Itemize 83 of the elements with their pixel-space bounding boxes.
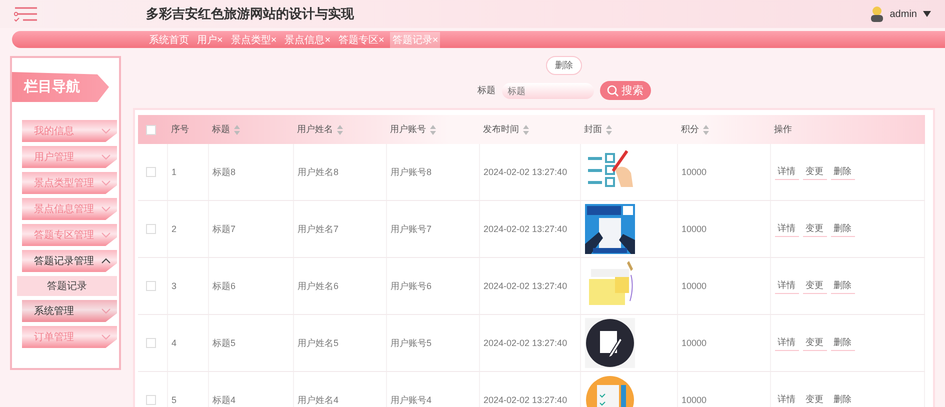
user-avatar-icon — [870, 6, 884, 22]
row-checkbox[interactable] — [146, 338, 156, 348]
table-cell: 10000 — [682, 395, 707, 405]
table-cell: 10000 — [682, 224, 707, 234]
action-link[interactable]: 删除 — [830, 164, 854, 180]
table-cell: 用户姓名7 — [298, 224, 339, 234]
user-name[interactable]: admin — [890, 8, 917, 20]
table-cell: 4 — [172, 338, 177, 348]
sort-icon[interactable] — [430, 124, 436, 135]
column-label: 序号 — [171, 124, 189, 134]
menu-icon[interactable] — [14, 6, 38, 22]
table-cell: 用户账号6 — [390, 280, 432, 290]
table-cell: 10000 — [682, 338, 707, 348]
table-cell: 用户姓名4 — [298, 394, 339, 404]
sidebar-item[interactable]: 系统管理 — [22, 300, 117, 322]
row-checkbox[interactable] — [146, 395, 156, 406]
table-cell: 2 — [172, 224, 177, 234]
chevron-down-icon — [101, 308, 111, 314]
sort-icon[interactable] — [606, 124, 612, 135]
sidebar-title: 栏目导航 — [12, 72, 109, 102]
table-cell: 标题5 — [212, 338, 236, 348]
table-cell: 1 — [172, 167, 177, 177]
row-checkbox[interactable] — [146, 281, 156, 292]
table-cell: 2024-02-02 13:27:40 — [484, 281, 568, 291]
table-cell: 3 — [172, 281, 177, 291]
chevron-down-icon — [101, 154, 111, 160]
sort-icon[interactable] — [234, 124, 240, 135]
sidebar-subitem[interactable]: 答题记录 — [17, 276, 117, 296]
chevron-down-icon — [101, 180, 111, 186]
column-label: 发布时间 — [483, 124, 519, 134]
table-cell: 标题4 — [212, 394, 236, 404]
table-cell: 用户账号4 — [390, 394, 432, 404]
search-icon — [606, 84, 618, 96]
table-cell: 2024-02-02 13:27:40 — [484, 224, 568, 234]
table-cell: 标题7 — [212, 224, 236, 234]
table-cell: 用户账号8 — [390, 166, 432, 176]
action-link[interactable]: 删除 — [830, 278, 854, 294]
action-link[interactable]: 变更 — [802, 164, 826, 180]
table-cell: 2024-02-02 13:27:40 — [484, 395, 568, 405]
chevron-down-icon — [101, 128, 111, 134]
site-title: 多彩吉安红色旅游网站的设计与实现 — [146, 5, 355, 23]
action-link[interactable]: 详情 — [774, 221, 798, 237]
action-link[interactable]: 详情 — [774, 164, 798, 180]
table-cell: 用户姓名6 — [298, 280, 339, 290]
caret-icon[interactable] — [923, 11, 931, 17]
row-checkbox[interactable] — [146, 224, 156, 234]
table-cell: 用户账号7 — [390, 224, 432, 234]
column-label: 用户账号 — [390, 124, 426, 134]
action-link[interactable]: 变更 — [802, 221, 826, 237]
table-cell: 5 — [172, 395, 177, 405]
table-cell: 10000 — [682, 281, 707, 291]
delete-button[interactable]: 删除 — [546, 56, 582, 75]
search-label: 标题 — [478, 84, 496, 97]
table-cell: 标题8 — [212, 166, 236, 176]
table-cell: 用户姓名5 — [298, 338, 339, 348]
table-cell: 2024-02-02 13:27:40 — [484, 338, 568, 348]
sort-icon[interactable] — [337, 124, 343, 135]
table-cell: 10000 — [682, 167, 707, 177]
select-all-checkbox[interactable] — [146, 124, 156, 135]
action-link[interactable]: 变更 — [802, 278, 826, 294]
chevron-down-icon — [101, 206, 111, 212]
chevron-down-icon — [101, 334, 111, 340]
column-label: 操作 — [774, 124, 792, 134]
action-link[interactable]: 删除 — [830, 335, 854, 351]
sidebar-item[interactable]: 答题记录管理 — [22, 250, 117, 272]
column-label: 标题 — [212, 124, 230, 134]
chevron-up-icon — [101, 258, 111, 264]
column-label: 用户姓名 — [297, 124, 333, 134]
table-cell: 用户账号5 — [390, 338, 432, 348]
action-link[interactable]: 详情 — [774, 278, 798, 294]
table-cell: 2024-02-02 13:27:40 — [484, 167, 568, 177]
chevron-down-icon — [101, 232, 111, 238]
column-label: 积分 — [681, 124, 699, 134]
table-cell: 标题6 — [212, 280, 236, 290]
sort-icon[interactable] — [523, 124, 529, 135]
action-link[interactable]: 详情 — [774, 335, 798, 351]
action-link[interactable]: 变更 — [802, 335, 826, 351]
table-cell: 用户姓名8 — [298, 166, 339, 176]
row-checkbox[interactable] — [146, 167, 156, 178]
action-link[interactable]: 删除 — [830, 221, 854, 237]
sort-icon[interactable] — [703, 124, 709, 135]
column-label: 封面 — [584, 124, 602, 134]
search-field[interactable]: 标题 — [502, 82, 594, 98]
